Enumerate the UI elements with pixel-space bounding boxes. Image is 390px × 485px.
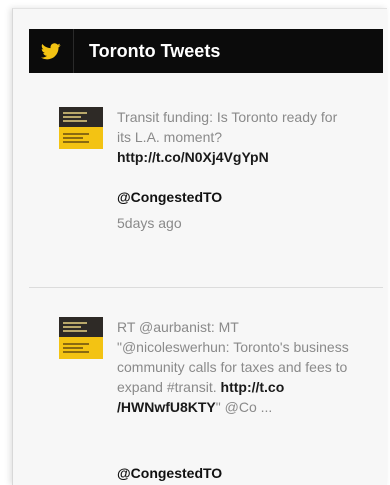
twitter-bird-icon[interactable]	[29, 29, 74, 73]
avatar[interactable]	[59, 107, 103, 149]
tweet-handle[interactable]: @CongestedTO	[117, 465, 222, 481]
tweet-text: RT @aurbanist: MT "@nicoleswerhun: Toron…	[117, 317, 349, 417]
tweet-timestamp[interactable]: 5days ago	[117, 215, 182, 231]
tweet-divider	[29, 287, 383, 288]
widget-title: Toronto Tweets	[89, 40, 221, 61]
tweet-body-tail: " @Co ...	[215, 399, 273, 415]
tweet-text: Transit funding: Is Toronto ready for it…	[117, 107, 349, 167]
tweet-link[interactable]: http://t.co/N0Xj4VgYpN	[117, 149, 269, 165]
tweet-handle[interactable]: @CongestedTO	[117, 189, 222, 205]
toronto-tweets-widget: Toronto Tweets Transit funding: Is Toron…	[12, 8, 387, 485]
widget-header: Toronto Tweets	[29, 29, 383, 73]
avatar[interactable]	[59, 317, 103, 359]
tweet-body: Transit funding: Is Toronto ready for it…	[117, 109, 338, 145]
